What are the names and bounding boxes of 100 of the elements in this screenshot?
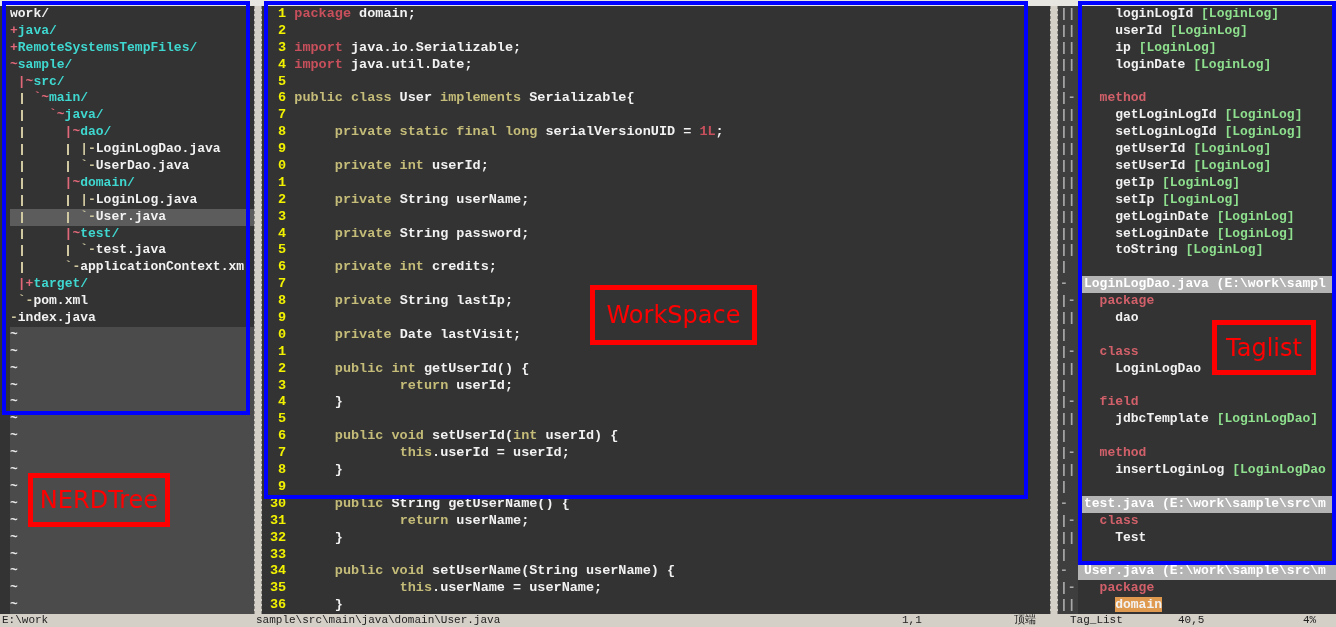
tilde-marker: ~ xyxy=(10,445,18,461)
tree-item[interactable]: `-UserDao.java xyxy=(10,158,190,173)
tilde-marker: ~ xyxy=(10,411,18,427)
fold-marker: |- xyxy=(1060,580,1076,596)
tag-item[interactable]: loginLogId [LoginLog] xyxy=(1115,6,1280,21)
tag-item[interactable]: ip [LoginLog] xyxy=(1115,39,1217,55)
tree-item[interactable]: `~main/ xyxy=(10,90,89,106)
tree-item[interactable]: `-test.java xyxy=(10,242,166,258)
tree-item[interactable]: +RemoteSystemsTempFiles/ xyxy=(10,39,198,55)
tag-item[interactable]: jdbcTemplate [LoginLogDao] xyxy=(1115,411,1319,427)
tree-item[interactable]: |~domain/ xyxy=(10,174,135,190)
tag-item[interactable]: dao xyxy=(1115,310,1139,326)
tag-item[interactable]: setUserId [LoginLog] xyxy=(1115,158,1272,173)
tag-item[interactable]: toString [LoginLog] xyxy=(1115,242,1264,258)
code-line: private String password; xyxy=(333,225,530,241)
line-number: 6 xyxy=(277,428,287,446)
tree-item[interactable]: `-pom.xml xyxy=(10,293,89,309)
fold-marker: || xyxy=(1060,462,1076,478)
tag-item[interactable]: Test xyxy=(1115,529,1147,545)
fold-marker: || xyxy=(1060,174,1076,190)
line-number: 35 xyxy=(270,580,287,598)
line-number: 1 xyxy=(277,6,287,23)
code-line: } xyxy=(333,597,343,613)
tree-item[interactable]: +java/ xyxy=(10,22,57,38)
tag-item[interactable]: userId [LoginLog] xyxy=(1115,22,1248,38)
tag-item[interactable]: getUserId [LoginLog] xyxy=(1115,141,1272,157)
fold-marker: |- xyxy=(1060,293,1076,309)
code-line: public class User implements Serializable{ xyxy=(294,90,635,106)
tag-item[interactable]: setIp [LoginLog] xyxy=(1115,191,1241,207)
tag-item[interactable]: getLoginLogId [LoginLog] xyxy=(1115,107,1303,123)
annotation-label: Taglist xyxy=(1212,320,1316,375)
code-line: public void setUserId(int userId) { xyxy=(333,428,619,444)
code-line: this.userName = userName; xyxy=(398,580,603,596)
tag-item[interactable]: setLoginLogId [LoginLog] xyxy=(1115,124,1303,140)
line-number: 4 xyxy=(277,225,287,243)
tilde-marker: ~ xyxy=(10,360,18,376)
tilde-marker: ~ xyxy=(10,394,18,410)
fold-marker: || xyxy=(1060,39,1076,55)
code-line: this.userId = userId; xyxy=(398,445,570,461)
tree-item[interactable]: ~sample/ xyxy=(10,56,73,72)
tag-item[interactable]: LoginLogDao xyxy=(1115,360,1202,376)
tag-item[interactable]: setLoginDate [LoginLog] xyxy=(1115,225,1295,241)
tree-item[interactable]: `~java/ xyxy=(10,107,104,123)
tag-group-heading: method xyxy=(1099,90,1147,106)
fold-marker: || xyxy=(1060,225,1076,241)
tilde-marker: ~ xyxy=(10,478,18,494)
code-line: } xyxy=(333,462,343,478)
code-line: return userName; xyxy=(398,512,530,528)
line-number: 32 xyxy=(270,529,287,547)
tree-item[interactable]: |-LoginLogDao.java xyxy=(10,141,221,157)
tree-item[interactable]: |~test/ xyxy=(10,225,120,241)
fold-marker: || xyxy=(1060,242,1076,258)
tree-item[interactable]: -index.java xyxy=(10,310,96,326)
fold-marker: | xyxy=(1060,546,1068,562)
tree-root[interactable]: work/ xyxy=(10,6,49,21)
status-text: E:\work xyxy=(2,614,49,627)
fold-marker: | xyxy=(1060,73,1068,89)
fold-marker: || xyxy=(1060,6,1076,21)
fold-marker: || xyxy=(1060,124,1076,140)
line-number: 2 xyxy=(277,191,287,209)
tag-group-heading: field xyxy=(1099,394,1139,410)
fold-marker: || xyxy=(1060,141,1076,157)
line-number: 3 xyxy=(277,208,287,226)
tilde-marker: ~ xyxy=(10,428,18,444)
fold-marker: || xyxy=(1060,597,1076,613)
fold-marker: |- xyxy=(1060,343,1076,359)
fold-marker: |- xyxy=(1060,445,1076,461)
code-line: private int userId; xyxy=(333,158,489,173)
line-number: 3 xyxy=(277,377,287,395)
annotation-label: WorkSpace xyxy=(590,285,757,345)
line-number: 2 xyxy=(277,22,287,40)
tree-item[interactable]: |+target/ xyxy=(10,276,89,292)
line-number: 5 xyxy=(277,242,287,260)
fold-marker: || xyxy=(1060,191,1076,207)
tag-item[interactable]: getLoginDate [LoginLog] xyxy=(1115,208,1295,224)
code-line: public int getUserId() { xyxy=(333,360,530,376)
line-number: 7 xyxy=(277,445,287,463)
tag-item[interactable]: getIp [LoginLog] xyxy=(1115,174,1241,190)
line-number: 3 xyxy=(277,39,287,57)
tree-item[interactable]: |~src/ xyxy=(10,73,65,89)
line-number: 34 xyxy=(270,563,287,581)
fold-marker: |- xyxy=(1060,394,1076,410)
line-number: 0 xyxy=(277,158,287,175)
tilde-marker: ~ xyxy=(10,462,18,478)
tree-item[interactable]: `-applicationContext.xm xyxy=(10,259,245,275)
line-number: 1 xyxy=(277,343,287,361)
fold-marker: - xyxy=(1060,276,1068,292)
code-line: private int credits; xyxy=(333,259,497,275)
fold-marker: - xyxy=(1060,495,1068,511)
tree-item[interactable]: |~dao/ xyxy=(10,124,112,140)
tilde-marker: ~ xyxy=(10,326,18,342)
code-line: private String lastIp; xyxy=(333,293,514,309)
line-number: 9 xyxy=(277,141,287,159)
tilde-marker: ~ xyxy=(10,512,18,528)
tilde-marker: ~ xyxy=(10,495,18,511)
tag-item[interactable]: insertLoginLog [LoginLogDao xyxy=(1115,462,1326,478)
tag-item[interactable]: loginDate [LoginLog] xyxy=(1115,56,1272,72)
line-number: 4 xyxy=(277,56,287,74)
line-number: 31 xyxy=(270,512,287,530)
tree-item[interactable]: |-LoginLog.java xyxy=(10,191,198,207)
